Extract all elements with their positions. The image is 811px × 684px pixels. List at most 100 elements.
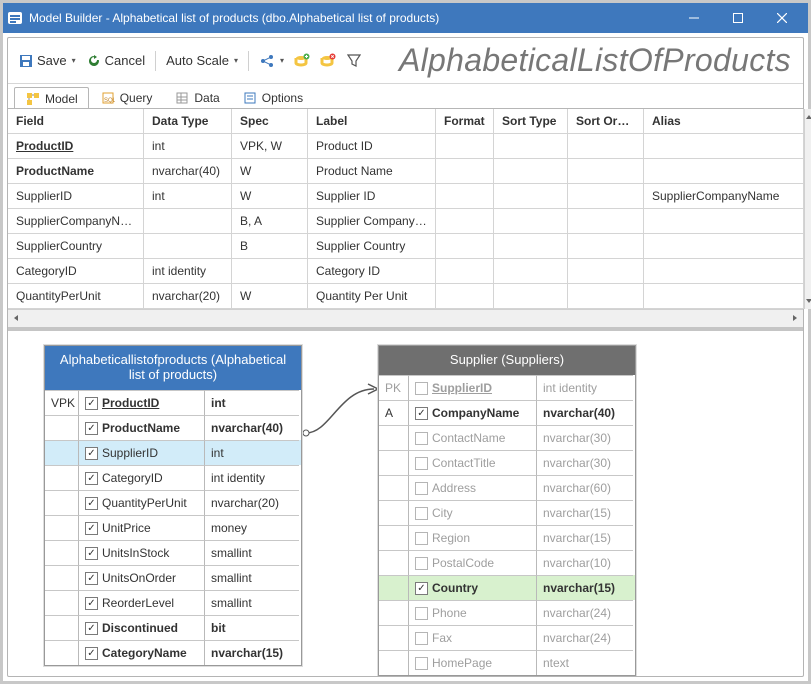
checkbox-icon[interactable]: ✓: [85, 397, 98, 410]
tab-options[interactable]: Options: [231, 86, 314, 108]
filter-button[interactable]: [342, 49, 366, 73]
grid-row[interactable]: SupplierCompanyNameB, ASupplier Company …: [8, 209, 804, 234]
checkbox-icon[interactable]: [415, 532, 428, 545]
checkbox-icon[interactable]: [415, 657, 428, 670]
tab-query[interactable]: SQLQuery: [89, 86, 164, 108]
checkbox-icon[interactable]: [415, 432, 428, 445]
grid-vertical-scrollbar[interactable]: [804, 109, 811, 309]
diagram-type-cell: nvarchar(10): [537, 550, 633, 575]
diagram-table-alphabeticallistofproducts[interactable]: Alphabeticallistofproducts (Alphabetical…: [44, 345, 302, 666]
diagram-key-cell: [45, 590, 79, 615]
diagram-key-cell: [45, 415, 79, 440]
grid-header-cell[interactable]: Data Type: [144, 109, 232, 134]
checkbox-icon[interactable]: [415, 607, 428, 620]
diagram-field-row[interactable]: ✓Discontinued bit: [45, 615, 301, 640]
close-button[interactable]: [760, 3, 804, 33]
grid-header-cell[interactable]: Alias: [644, 109, 804, 134]
share-button[interactable]: ▾: [255, 49, 288, 73]
remove-sql-button[interactable]: [316, 49, 340, 73]
diagram-type-cell: ntext: [537, 650, 633, 675]
checkbox-icon[interactable]: [415, 632, 428, 645]
checkbox-icon[interactable]: [415, 557, 428, 570]
checkbox-icon[interactable]: ✓: [85, 497, 98, 510]
diagram-name-cell: Address: [409, 475, 537, 500]
diagram-table-supplier[interactable]: Supplier (Suppliers) PK SupplierID int i…: [378, 345, 636, 676]
cancel-button[interactable]: Cancel: [82, 49, 149, 73]
tab-model[interactable]: Model: [14, 87, 89, 109]
tab-data[interactable]: Data: [163, 86, 230, 108]
checkbox-icon[interactable]: ✓: [85, 447, 98, 460]
diagram-name-cell: ContactName: [409, 425, 537, 450]
save-button[interactable]: Save ▾: [14, 49, 80, 73]
scroll-up-icon[interactable]: [805, 109, 811, 125]
grid-horizontal-scrollbar[interactable]: [8, 309, 803, 327]
checkbox-icon[interactable]: [415, 507, 428, 520]
grid-header-cell[interactable]: Field: [8, 109, 144, 134]
diagram-field-row[interactable]: A ✓CompanyName nvarchar(40): [379, 400, 635, 425]
diagram-field-row[interactable]: Fax nvarchar(24): [379, 625, 635, 650]
grid-header-cell[interactable]: Sort Order: [568, 109, 644, 134]
diagram-field-row[interactable]: PostalCode nvarchar(10): [379, 550, 635, 575]
diagram-name-cell: Region: [409, 525, 537, 550]
diagram-field-row[interactable]: ✓ProductName nvarchar(40): [45, 415, 301, 440]
checkbox-icon[interactable]: ✓: [85, 572, 98, 585]
diagram-field-row[interactable]: ✓CategoryID int identity: [45, 465, 301, 490]
window-title: Model Builder - Alphabetical list of pro…: [29, 11, 672, 25]
grid-header-cell[interactable]: Spec: [232, 109, 308, 134]
checkbox-icon[interactable]: ✓: [85, 522, 98, 535]
checkbox-icon[interactable]: [415, 482, 428, 495]
grid-row[interactable]: QuantityPerUnitnvarchar(20)WQuantity Per…: [8, 284, 804, 309]
grid-header-cell[interactable]: Sort Type: [494, 109, 568, 134]
grid-cell: [494, 184, 568, 209]
scroll-down-icon[interactable]: [805, 293, 811, 309]
checkbox-icon[interactable]: ✓: [85, 472, 98, 485]
checkbox-icon[interactable]: ✓: [85, 422, 98, 435]
grid-header-cell[interactable]: Format: [436, 109, 494, 134]
diagram-field-row[interactable]: ✓UnitPrice money: [45, 515, 301, 540]
checkbox-icon[interactable]: ✓: [415, 407, 428, 420]
diagram-field-row[interactable]: Address nvarchar(60): [379, 475, 635, 500]
grid-cell: [494, 259, 568, 284]
diagram-field-row[interactable]: PK SupplierID int identity: [379, 375, 635, 400]
checkbox-icon[interactable]: [415, 457, 428, 470]
checkbox-icon[interactable]: ✓: [85, 547, 98, 560]
maximize-button[interactable]: [716, 3, 760, 33]
diagram-field-row[interactable]: HomePage ntext: [379, 650, 635, 675]
grid-cell: [568, 184, 644, 209]
auto-scale-button[interactable]: Auto Scale ▾: [162, 49, 242, 73]
grid-row[interactable]: ProductNamenvarchar(40)WProduct Name: [8, 159, 804, 184]
grid-header-cell[interactable]: Label: [308, 109, 436, 134]
scroll-left-icon[interactable]: [12, 314, 20, 324]
diagram-field-row[interactable]: ✓UnitsInStock smallint: [45, 540, 301, 565]
checkbox-icon[interactable]: ✓: [85, 622, 98, 635]
diagram-field-row[interactable]: ✓SupplierID int: [45, 440, 301, 465]
grid-row[interactable]: ProductIDintVPK, WProduct ID: [8, 134, 804, 159]
diagram-field-row[interactable]: ContactTitle nvarchar(30): [379, 450, 635, 475]
diagram-field-row[interactable]: ✓CategoryName nvarchar(15): [45, 640, 301, 665]
checkbox-icon[interactable]: ✓: [85, 647, 98, 660]
grid-row[interactable]: SupplierCountryBSupplier Country: [8, 234, 804, 259]
diagram-name-cell: Phone: [409, 600, 537, 625]
checkbox-icon[interactable]: [415, 382, 428, 395]
checkbox-icon[interactable]: ✓: [85, 597, 98, 610]
scroll-right-icon[interactable]: [791, 314, 799, 324]
grid-cell: [436, 134, 494, 159]
diagram-canvas[interactable]: Alphabeticallistofproducts (Alphabetical…: [8, 327, 803, 676]
diagram-field-row[interactable]: City nvarchar(15): [379, 500, 635, 525]
diagram-field-row[interactable]: Phone nvarchar(24): [379, 600, 635, 625]
grid-row[interactable]: SupplierIDintWSupplier IDSupplierCompany…: [8, 184, 804, 209]
diagram-type-cell: nvarchar(30): [537, 450, 633, 475]
diagram-field-row[interactable]: ContactName nvarchar(30): [379, 425, 635, 450]
diagram-field-row[interactable]: ✓QuantityPerUnit nvarchar(20): [45, 490, 301, 515]
grid-cell: [568, 134, 644, 159]
minimize-button[interactable]: [672, 3, 716, 33]
grid-row[interactable]: CategoryIDint identityCategory ID: [8, 259, 804, 284]
diagram-field-row[interactable]: ✓Country nvarchar(15): [379, 575, 635, 600]
checkbox-icon[interactable]: ✓: [415, 582, 428, 595]
diagram-field-row[interactable]: Region nvarchar(15): [379, 525, 635, 550]
diagram-field-row[interactable]: ✓ReorderLevel smallint: [45, 590, 301, 615]
diagram-field-row[interactable]: VPK ✓ProductID int: [45, 390, 301, 415]
diagram-field-row[interactable]: ✓UnitsOnOrder smallint: [45, 565, 301, 590]
add-sql-button[interactable]: [290, 49, 314, 73]
grid-cell: [568, 234, 644, 259]
